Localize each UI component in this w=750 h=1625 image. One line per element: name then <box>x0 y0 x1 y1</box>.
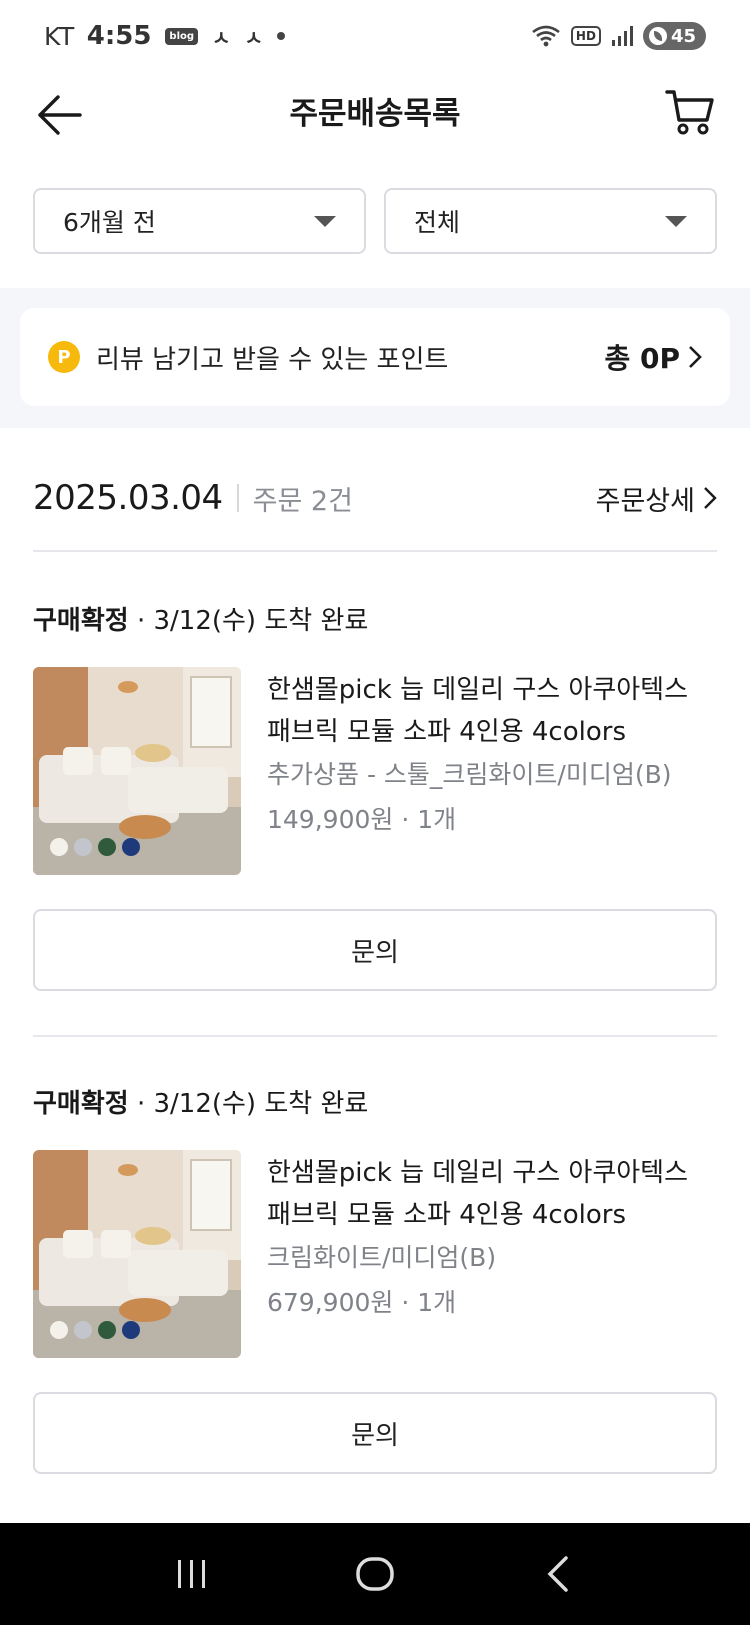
status-bar: KT 4:55 blog ㅅ ㅅ HD 45 <box>0 0 750 72</box>
order-detail-label: 주문상세 <box>595 485 695 517</box>
product-name-line: 패브릭 모듈 소파 4인용 4colors <box>267 1200 626 1230</box>
period-filter-value: 6개월 전 <box>63 208 156 237</box>
recent-apps-icon <box>177 1560 205 1588</box>
delivery-status-text: · 3/12(수) 도착 완료 <box>128 606 369 636</box>
recent-apps-button[interactable] <box>162 1544 222 1604</box>
app-notification-icon: ㅅ <box>212 25 231 50</box>
more-notifications-dot-icon <box>276 32 285 40</box>
chevron-right-icon <box>704 487 717 509</box>
order-item: 구매확정 · 3/12(수) 도착 완료 한샘몰pick 늡 데일리 구스 아쿠… <box>33 600 717 991</box>
section-divider <box>33 1035 717 1037</box>
points-section: P 리뷰 남기고 받을 수 있는 포인트 총 0P <box>0 288 750 428</box>
product-thumbnail[interactable] <box>33 1150 241 1358</box>
page-title: 주문배송목록 <box>289 95 461 132</box>
battery-level: 45 <box>670 25 696 47</box>
app-header: 주문배송목록 <box>0 72 750 182</box>
cart-button[interactable] <box>662 84 718 140</box>
item-status: 구매확정 · 3/12(수) 도착 완료 <box>33 600 717 637</box>
product-option: 크림화이트/미디엄(B) <box>267 1243 497 1272</box>
review-points-label: 리뷰 남기고 받을 수 있는 포인트 <box>96 344 449 375</box>
order-item: 구매확정 · 3/12(수) 도착 완료 한샘몰pick 늡 데일리 구스 아쿠… <box>33 1083 717 1474</box>
app-notification-icon: ㅅ <box>244 25 263 50</box>
review-points-banner[interactable]: P 리뷰 남기고 받을 수 있는 포인트 총 0P <box>20 308 730 406</box>
item-status: 구매확정 · 3/12(수) 도착 완료 <box>33 1083 717 1120</box>
product-name-line: 패브릭 모듈 소파 4인용 4colors <box>267 717 626 747</box>
home-button[interactable] <box>345 1544 405 1604</box>
product-price: 679,900원 · 1개 <box>267 1288 457 1317</box>
period-filter-select[interactable]: 6개월 전 <box>33 188 366 254</box>
carrier-label: KT <box>44 21 75 51</box>
caret-down-icon <box>314 215 336 227</box>
arrow-left-icon <box>38 95 82 135</box>
order-detail-link[interactable]: 주문상세 <box>596 479 717 518</box>
status-filter-select[interactable]: 전체 <box>384 188 717 254</box>
product-price: 149,900원 · 1개 <box>267 805 457 834</box>
inquiry-button[interactable]: 문의 <box>33 909 717 991</box>
product-thumbnail[interactable] <box>33 667 241 875</box>
point-coin-icon: P <box>48 341 80 373</box>
order-group-header: 2025.03.04 주문 2건 주문상세 <box>33 470 717 526</box>
product-name[interactable]: 한샘몰pick 늡 데일리 구스 아쿠아텍스 패브릭 모듈 소파 4인용 4co… <box>267 669 688 753</box>
battery-indicator: 45 <box>642 22 706 50</box>
purchase-confirmed-label: 구매확정 <box>33 606 129 636</box>
filter-bar: 6개월 전 전체 <box>33 188 717 254</box>
hd-voice-icon: HD <box>570 26 601 46</box>
caret-down-icon <box>665 215 687 227</box>
points-total-value: 총 0P <box>604 342 680 375</box>
clock: 4:55 <box>86 21 152 51</box>
system-back-button[interactable] <box>528 1544 588 1604</box>
vertical-divider <box>236 484 239 512</box>
shopping-cart-icon <box>665 90 714 135</box>
product-name-line: 한샘몰pick 늡 데일리 구스 아쿠아텍스 <box>267 675 689 705</box>
order-count: 주문 2건 <box>252 485 353 517</box>
product-option: 추가상품 - 스툴_크림화이트/미디엄(B) <box>267 760 672 789</box>
delivery-status-text: · 3/12(수) 도착 완료 <box>128 1089 369 1119</box>
order-date: 2025.03.04 <box>33 478 223 518</box>
status-filter-value: 전체 <box>414 208 461 237</box>
product-name[interactable]: 한샘몰pick 늡 데일리 구스 아쿠아텍스 패브릭 모듈 소파 4인용 4co… <box>267 1152 688 1236</box>
home-icon <box>356 1557 394 1591</box>
system-navigation-bar <box>0 1523 750 1625</box>
sofa-product-image <box>33 1150 241 1358</box>
section-divider <box>33 550 717 552</box>
product-name-line: 한샘몰pick 늡 데일리 구스 아쿠아텍스 <box>267 1158 689 1188</box>
chevron-left-icon <box>547 1556 569 1592</box>
purchase-confirmed-label: 구매확정 <box>33 1089 129 1119</box>
wifi-icon <box>532 25 560 47</box>
blog-notification-icon: blog <box>165 27 199 45</box>
review-points-total: 총 0P <box>604 337 702 377</box>
chevron-right-icon <box>689 346 702 368</box>
power-saving-icon <box>648 27 667 45</box>
inquiry-button[interactable]: 문의 <box>33 1392 717 1474</box>
back-button[interactable] <box>34 90 84 140</box>
sofa-product-image <box>33 667 241 875</box>
signal-icon <box>611 26 633 46</box>
